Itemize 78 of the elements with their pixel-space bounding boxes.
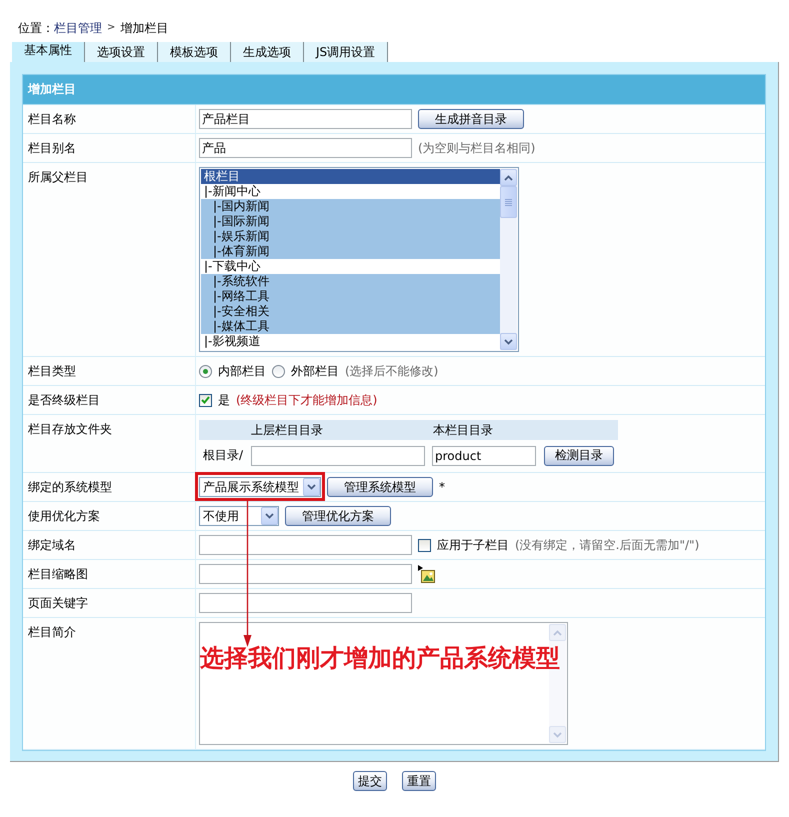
list-option[interactable]: |-媒体工具: [201, 319, 500, 334]
radio-label: 外部栏目: [291, 362, 339, 380]
field-label: 绑定域名: [23, 531, 196, 560]
annotation-text: 选择我们刚才增加的产品系统模型: [200, 644, 560, 674]
list-option[interactable]: 根栏目: [201, 169, 500, 184]
tab[interactable]: 基本属性: [12, 42, 85, 62]
form-button[interactable]: 检测目录: [544, 446, 614, 466]
field-label: 栏目别名: [23, 134, 196, 163]
chevron-up-icon: [553, 630, 562, 636]
list-option[interactable]: |-国内新闻: [201, 199, 500, 214]
checkbox-label: 是: [218, 392, 230, 408]
list-option[interactable]: |-系统软件: [201, 274, 500, 289]
field-label: 使用优化方案: [23, 502, 196, 531]
form-button[interactable]: 生成拼音目录: [418, 109, 524, 129]
hint-text: (没有绑定，请留空.后面无需加"/"): [515, 536, 700, 554]
scroll-down-button[interactable]: [500, 333, 517, 350]
image-icon[interactable]: [418, 565, 435, 583]
chevron-down-icon: [303, 478, 320, 496]
text-input[interactable]: [199, 564, 412, 584]
field-label: 页面关键字: [23, 589, 196, 618]
checkmark-icon: [201, 396, 210, 404]
form-button[interactable]: 管理优化方案: [285, 506, 391, 526]
list-option[interactable]: |-网络工具: [201, 289, 500, 304]
field-label: 是否终级栏目: [23, 386, 196, 415]
checkbox-label: 应用于子栏目: [437, 536, 509, 554]
required-mark: *: [439, 480, 445, 494]
grip-icon: [505, 198, 512, 206]
text-input[interactable]: [251, 446, 425, 466]
field-label: 绑定的系统模型: [23, 473, 196, 502]
path-prefix: 根目录/: [202, 447, 244, 464]
field-label: 栏目简介: [23, 618, 196, 750]
radio-label: 内部栏目: [218, 362, 266, 380]
tab[interactable]: 生成选项: [231, 42, 304, 62]
text-input[interactable]: [199, 593, 412, 613]
column-header: 上层栏目目录: [250, 422, 324, 439]
warning-text: (终级栏目下才能增加信息): [236, 392, 378, 408]
tab[interactable]: 模板选项: [158, 42, 231, 62]
text-input[interactable]: [199, 535, 412, 555]
list-option[interactable]: |-体育新闻: [201, 244, 500, 259]
dropdown[interactable]: 不使用: [199, 506, 279, 526]
location-label: 位置：: [18, 20, 54, 36]
field-label: 所属父栏目: [23, 163, 196, 357]
breadcrumb-current: 增加栏目: [120, 20, 168, 36]
list-option[interactable]: |-国际新闻: [201, 214, 500, 229]
chevron-up-icon: [504, 174, 513, 180]
radio-button[interactable]: [272, 364, 285, 378]
field-label: 栏目名称: [23, 105, 196, 134]
list-option[interactable]: |-娱乐新闻: [201, 229, 500, 244]
text-area[interactable]: 选择我们刚才增加的产品系统模型: [199, 622, 568, 745]
checkbox[interactable]: [418, 538, 431, 552]
form-button[interactable]: 重置: [402, 771, 436, 791]
checkbox[interactable]: [199, 394, 212, 406]
form-title: 增加栏目: [23, 75, 765, 105]
text-input[interactable]: 产品: [199, 138, 412, 158]
chevron-down-icon: [261, 507, 278, 525]
chevron-down-icon: [553, 732, 562, 738]
form-button[interactable]: 提交: [353, 771, 387, 791]
scrollbar-track[interactable]: [500, 169, 517, 350]
list-option[interactable]: |-安全相关: [201, 304, 500, 319]
breadcrumb-link[interactable]: 栏目管理: [54, 20, 102, 36]
field-label: 栏目类型: [23, 357, 196, 386]
tab[interactable]: JS调用设置: [304, 42, 388, 62]
scroll-up-button[interactable]: [500, 169, 517, 186]
dropdown[interactable]: 产品展示系统模型: [199, 477, 321, 497]
text-input[interactable]: product: [432, 446, 536, 466]
hint-text: (选择后不能修改): [345, 362, 438, 380]
category-listbox[interactable]: 根栏目 |-新闻中心 |-国内新闻 |-国际新闻 |-娱乐新闻 |-体育新闻 |-下载中心 |-系统软件 |-网络工具 |-安全相关 |-媒体工具 |-影视频道: [199, 167, 519, 352]
tab[interactable]: 选项设置: [85, 42, 158, 62]
chevron-down-icon: [504, 338, 513, 344]
radio-button[interactable]: [199, 364, 212, 378]
field-label: 栏目存放文件夹: [23, 415, 196, 473]
text-input[interactable]: 产品栏目: [199, 109, 412, 129]
breadcrumb-separator: >: [107, 21, 116, 35]
field-label: 栏目缩略图: [23, 560, 196, 589]
form-button[interactable]: 管理系统模型: [327, 477, 433, 497]
scrollbar-thumb[interactable]: [500, 186, 517, 218]
column-header: 本栏目目录: [432, 422, 494, 439]
hint-text: (为空则与栏目名相同): [418, 140, 536, 156]
